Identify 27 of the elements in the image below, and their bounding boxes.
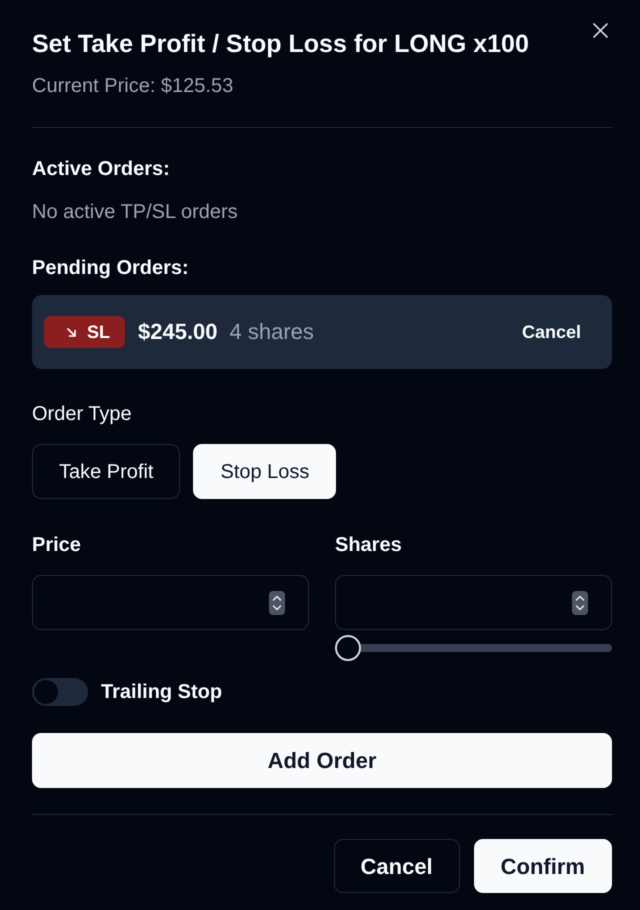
price-label: Price xyxy=(32,533,82,558)
spinner-icon[interactable] xyxy=(572,590,588,614)
order-type-label: Order Type xyxy=(32,402,133,427)
cancel-button[interactable]: Cancel xyxy=(334,839,460,893)
shares-input[interactable] xyxy=(335,575,612,630)
empty-orders-text: No active TP/SL orders xyxy=(32,200,239,225)
order-type-tab[interactable]: Stop Loss xyxy=(193,444,336,499)
slider-thumb[interactable] xyxy=(335,635,361,661)
section-heading: Pending Orders: xyxy=(32,256,190,281)
trailing-stop-label: Trailing Stop xyxy=(101,680,222,705)
dialog-title: Set Take Profit / Stop Loss for LONG x100 xyxy=(32,29,529,60)
order-tag-text: SL xyxy=(87,321,110,343)
spinner-icon[interactable] xyxy=(269,590,285,614)
toggle-switch[interactable] xyxy=(32,678,88,706)
add-order-button[interactable]: Add Order xyxy=(32,733,612,788)
current-price-text: Current Price: $125.53 xyxy=(32,74,234,99)
shares-slider[interactable] xyxy=(335,635,612,661)
close-icon[interactable] xyxy=(593,23,608,38)
order-type-tab[interactable]: Take Profit xyxy=(32,444,180,499)
cancel-order-button[interactable]: Cancel xyxy=(506,315,597,349)
arrow-down-right-icon xyxy=(66,326,77,338)
shares-label: Shares xyxy=(335,533,403,558)
confirm-button[interactable]: Confirm xyxy=(474,839,612,893)
order-price: $245.00 xyxy=(138,318,218,346)
section-heading: Active Orders: xyxy=(32,157,171,182)
order-shares: 4 shares xyxy=(230,318,314,346)
price-input[interactable] xyxy=(32,575,309,630)
